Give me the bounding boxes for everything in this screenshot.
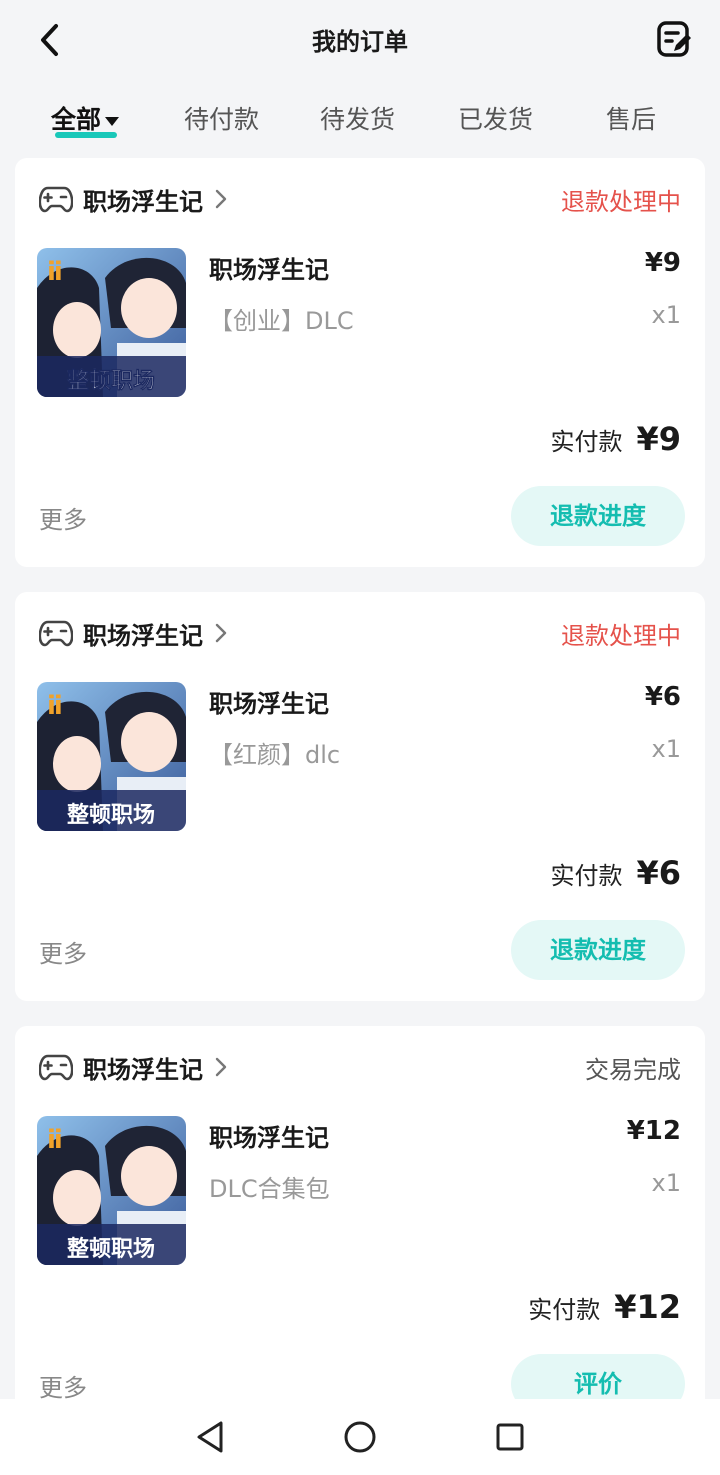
paid-label: 实付款 <box>550 862 623 890</box>
product-thumbnail[interactable]: 整顿职场 ⅱ <box>37 682 186 831</box>
edit-note-icon <box>657 21 691 57</box>
order-status: 交易完成 <box>585 1056 681 1084</box>
paid-amount-row: 实付款 ¥9 <box>550 420 681 458</box>
active-tab-indicator <box>55 132 117 138</box>
store-name: 职场浮生记 <box>83 1055 203 1084</box>
store-link[interactable]: 职场浮生记 <box>39 1050 227 1084</box>
gamepad-icon <box>39 186 73 213</box>
paid-amount-row: 实付款 ¥12 <box>528 1288 681 1326</box>
more-button[interactable]: 更多 <box>39 934 87 969</box>
paid-label: 实付款 <box>550 428 623 456</box>
chevron-right-icon <box>215 623 227 643</box>
tab-label: 全部 <box>51 105 102 134</box>
product-sku: DLC合集包 <box>209 1175 330 1203</box>
store-link[interactable]: 职场浮生记 <box>39 182 227 216</box>
product-name: 职场浮生记 <box>209 256 329 284</box>
order-status: 退款处理中 <box>561 622 681 650</box>
paid-value: ¥6 <box>636 854 681 892</box>
square-recents-icon <box>496 1423 524 1451</box>
triangle-back-icon <box>197 1421 223 1453</box>
order-tabs: 全部 待付款 待发货 已发货 售后 <box>0 100 720 148</box>
svg-text:ⅱ: ⅱ <box>47 257 63 287</box>
circle-home-icon <box>344 1421 376 1453</box>
order-card[interactable]: 职场浮生记 退款处理中 整顿职场 ⅱ 职场浮生记 【红颜】dlc ¥6 x1 实… <box>15 592 705 1001</box>
order-card[interactable]: 职场浮生记 退款处理中 整顿职场 ⅱ 职场浮生记 【创业】DLC ¥9 x1 实… <box>15 158 705 567</box>
tab-pending-payment[interactable]: 待付款 <box>184 100 259 144</box>
more-button[interactable]: 更多 <box>39 500 87 535</box>
paid-amount-row: 实付款 ¥6 <box>550 854 681 892</box>
product-quantity: x1 <box>651 735 681 763</box>
tab-pending-shipment[interactable]: 待发货 <box>320 100 395 144</box>
store-link[interactable]: 职场浮生记 <box>39 616 227 650</box>
product-thumbnail[interactable]: 整顿职场 ⅱ <box>37 1116 186 1265</box>
tab-after-sales[interactable]: 售后 <box>606 100 656 144</box>
edit-button[interactable] <box>654 18 694 62</box>
refund-progress-button[interactable]: 退款进度 <box>511 486 685 546</box>
caret-down-icon <box>105 116 120 126</box>
refund-progress-button[interactable]: 退款进度 <box>511 920 685 980</box>
gamepad-icon <box>39 1054 73 1081</box>
cover-caption: 整顿职场 <box>67 368 155 394</box>
chevron-right-icon <box>215 1057 227 1077</box>
nav-recents-button[interactable] <box>490 1417 530 1457</box>
paid-label: 实付款 <box>528 1296 601 1324</box>
product-price: ¥9 <box>644 248 681 278</box>
order-card[interactable]: 职场浮生记 交易完成 整顿职场 ⅱ 职场浮生记 DLC合集包 ¥12 x1 实付… <box>15 1026 705 1435</box>
svg-text:ⅱ: ⅱ <box>47 1125 63 1155</box>
nav-home-button[interactable] <box>340 1417 380 1457</box>
product-sku: 【红颜】dlc <box>209 741 341 769</box>
game-cover-image: 整顿职场 ⅱ <box>37 248 186 397</box>
paid-value: ¥12 <box>614 1288 681 1326</box>
product-name: 职场浮生记 <box>209 1124 329 1152</box>
product-sku: 【创业】DLC <box>209 307 354 335</box>
product-quantity: x1 <box>651 301 681 329</box>
gamepad-icon <box>39 620 73 647</box>
paid-value: ¥9 <box>636 420 681 458</box>
svg-text:ⅱ: ⅱ <box>47 691 63 721</box>
tab-shipped[interactable]: 已发货 <box>458 100 533 144</box>
game-cover-image: 整顿职场 ⅱ <box>37 682 186 831</box>
store-name: 职场浮生记 <box>83 621 203 650</box>
product-price: ¥6 <box>644 682 681 712</box>
store-name: 职场浮生记 <box>83 187 203 216</box>
cover-caption: 整顿职场 <box>67 802 155 828</box>
page-title: 我的订单 <box>312 28 408 56</box>
order-status: 退款处理中 <box>561 188 681 216</box>
product-name: 职场浮生记 <box>209 690 329 718</box>
product-price: ¥12 <box>626 1116 681 1146</box>
chevron-right-icon <box>215 189 227 209</box>
game-cover-image: 整顿职场 ⅱ <box>37 1116 186 1265</box>
product-quantity: x1 <box>651 1169 681 1197</box>
system-navigation-bar <box>0 1399 720 1475</box>
nav-back-button[interactable] <box>190 1417 230 1457</box>
top-bar: 我的订单 <box>0 0 720 80</box>
more-button[interactable]: 更多 <box>39 1368 87 1403</box>
product-thumbnail[interactable]: 整顿职场 ⅱ <box>37 248 186 397</box>
cover-caption: 整顿职场 <box>67 1236 155 1262</box>
